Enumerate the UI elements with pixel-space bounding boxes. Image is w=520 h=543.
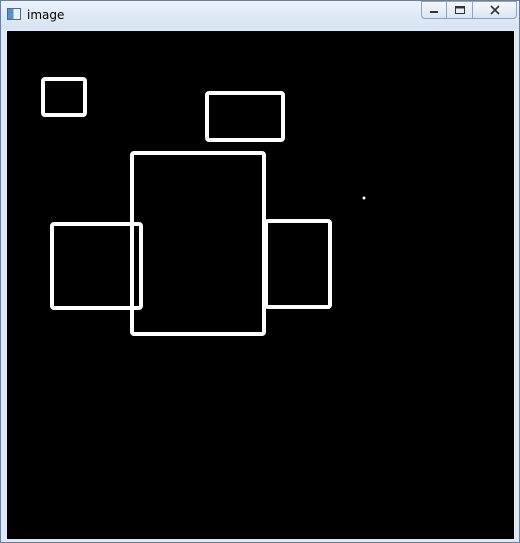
drawing-surface (41, 77, 366, 336)
rect-right (264, 219, 332, 309)
minimize-button[interactable] (421, 1, 447, 19)
rect-top-middle (205, 91, 285, 142)
cursor-dot (362, 196, 366, 200)
image-window: image (0, 0, 520, 543)
image-canvas[interactable] (7, 31, 514, 539)
rect-left (50, 222, 143, 310)
title-bar[interactable]: image (1, 1, 519, 29)
close-icon (489, 5, 500, 15)
maximize-button[interactable] (447, 1, 473, 19)
window-title: image (27, 8, 65, 22)
minimize-icon (430, 11, 438, 13)
rect-small-top-left (41, 77, 87, 117)
maximize-icon (454, 6, 465, 14)
app-icon (7, 8, 21, 20)
close-button[interactable] (473, 1, 517, 19)
rect-large-center (130, 151, 266, 336)
caption-buttons (421, 1, 517, 21)
